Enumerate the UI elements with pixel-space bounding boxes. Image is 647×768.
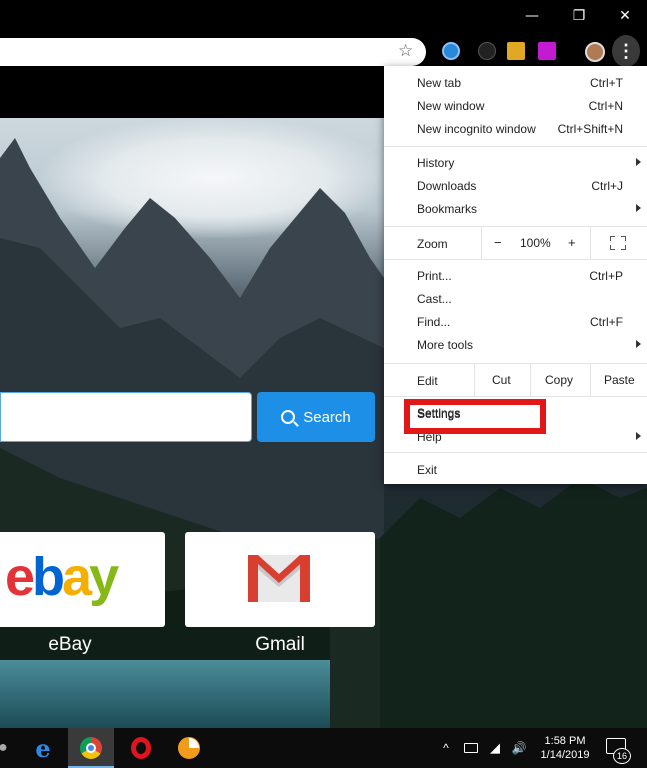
submenu-arrow-icon <box>636 158 641 166</box>
taskbar-opera[interactable] <box>118 728 164 768</box>
ebay-letter: b <box>32 547 65 607</box>
zoom-row: Zoom − 100% + <box>384 227 647 259</box>
taskbar-app[interactable] <box>166 728 212 768</box>
submenu-arrow-icon <box>636 204 641 212</box>
menu-item-label: Bookmarks <box>417 202 478 216</box>
menu-item-find[interactable]: Find... Ctrl+F <box>384 311 647 334</box>
ebay-letter: a <box>62 547 92 607</box>
submenu-arrow-icon <box>636 340 641 348</box>
menu-item-label: New tab <box>417 76 462 90</box>
system-clock[interactable]: 1:58 PM 1/14/2019 <box>532 734 598 762</box>
menu-item-label: History <box>417 156 455 170</box>
star-icon[interactable]: ☆ <box>398 41 413 61</box>
network-icon[interactable]: ◢ <box>484 728 506 768</box>
chrome-icon <box>80 737 102 759</box>
search-input[interactable] <box>0 392 252 442</box>
gmail-icon <box>248 555 310 602</box>
ebay-letter: y <box>89 547 119 607</box>
menu-item-label: Find... <box>417 315 451 329</box>
zoom-label: Zoom <box>417 237 448 251</box>
edit-label: Edit <box>417 374 438 388</box>
submenu-arrow-icon <box>636 432 641 440</box>
extension-icon[interactable] <box>538 42 556 60</box>
clock-time: 1:58 PM <box>544 735 586 747</box>
taskbar-chrome[interactable] <box>68 728 114 768</box>
menu-item-downloads[interactable]: Downloads Ctrl+J <box>384 175 647 198</box>
menu-item-history[interactable]: History <box>384 152 647 175</box>
menu-item-shortcut: Ctrl+N <box>588 99 623 113</box>
menu-separator <box>384 396 647 397</box>
menu-item-label: Cast... <box>417 292 452 306</box>
menu-item-shortcut: Ctrl+Shift+N <box>557 122 623 136</box>
search-button-label: Search <box>303 408 351 426</box>
paste-button[interactable]: Paste <box>604 373 635 387</box>
menu-item-more-tools[interactable]: More tools <box>384 334 647 357</box>
title-bar: — ❐ ✕ <box>0 0 647 32</box>
menu-item-label: Downloads <box>417 179 477 193</box>
menu-item-shortcut: Ctrl+J <box>591 179 623 193</box>
extension-icon[interactable] <box>442 42 460 60</box>
notification-count-badge: 16 <box>613 748 631 764</box>
copy-button[interactable]: Copy <box>545 373 573 387</box>
shortcut-tile-ebay[interactable]: ebay <box>0 532 165 627</box>
profile-avatar[interactable] <box>585 42 605 62</box>
zoom-value: 100% <box>520 236 551 250</box>
menu-item-shortcut: Ctrl+P <box>589 269 623 283</box>
lake <box>0 660 330 728</box>
tile-label-ebay: eBay <box>48 634 92 655</box>
zoom-out-button[interactable]: − <box>494 235 502 250</box>
zoom-in-button[interactable]: + <box>568 235 576 250</box>
address-bar[interactable]: ☆ <box>0 38 426 66</box>
edge-icon: e <box>35 733 51 763</box>
menu-item-label: Print... <box>417 269 452 283</box>
menu-item-exit[interactable]: Exit <box>384 459 647 482</box>
extension-icon[interactable] <box>507 42 525 60</box>
close-button[interactable]: ✕ <box>602 0 647 32</box>
menu-item-shortcut: Ctrl+T <box>590 76 623 90</box>
menu-item-new-tab[interactable]: New tab Ctrl+T <box>384 72 647 95</box>
cut-button[interactable]: Cut <box>492 373 511 387</box>
tray-device-icon[interactable] <box>460 728 482 768</box>
menu-item-label: New window <box>417 99 485 113</box>
search-button[interactable]: Search <box>257 392 375 442</box>
extension-icon[interactable] <box>478 42 496 60</box>
menu-separator <box>384 259 647 260</box>
menu-kebab-icon[interactable]: ⋮ <box>612 35 640 67</box>
edit-row: Edit Cut Copy Paste <box>384 364 647 396</box>
menu-separator <box>384 146 647 147</box>
taskbar-edge[interactable]: e <box>20 728 66 768</box>
pie-app-icon <box>178 737 200 759</box>
menu-separator <box>384 452 647 453</box>
tray-overflow-icon[interactable]: ^ <box>436 728 456 768</box>
windows-taskbar: ● e ^ ◢ 🔊 1:58 PM 1/14/2019 16 <box>0 728 647 768</box>
menu-item-shortcut: Ctrl+F <box>590 315 623 329</box>
menu-item-cast[interactable]: Cast... <box>384 288 647 311</box>
browser-toolbar: ☆ ⋮ <box>0 32 647 70</box>
menu-item-label: More tools <box>417 338 474 352</box>
settings-highlight-label: Settings <box>417 406 461 420</box>
app-icon: ● <box>0 739 8 756</box>
ebay-letter: e <box>5 547 35 607</box>
menu-item-print[interactable]: Print... Ctrl+P <box>384 265 647 288</box>
shortcut-tile-gmail[interactable] <box>185 532 375 627</box>
clock-date: 1/14/2019 <box>540 749 590 761</box>
volume-icon[interactable]: 🔊 <box>508 728 530 768</box>
menu-item-new-window[interactable]: New window Ctrl+N <box>384 95 647 118</box>
menu-item-label: Exit <box>417 463 438 477</box>
tile-label-gmail: Gmail <box>255 634 305 655</box>
minimize-button[interactable]: — <box>509 0 555 32</box>
menu-item-label: New incognito window <box>417 122 536 136</box>
fullscreen-icon[interactable] <box>610 236 626 250</box>
search-icon <box>281 410 296 424</box>
ebay-logo: ebay <box>5 546 119 608</box>
menu-item-new-incognito-window[interactable]: New incognito window Ctrl+Shift+N <box>384 118 647 141</box>
menu-item-bookmarks[interactable]: Bookmarks <box>384 198 647 221</box>
opera-icon <box>131 737 151 759</box>
restore-button[interactable]: ❐ <box>556 0 602 32</box>
